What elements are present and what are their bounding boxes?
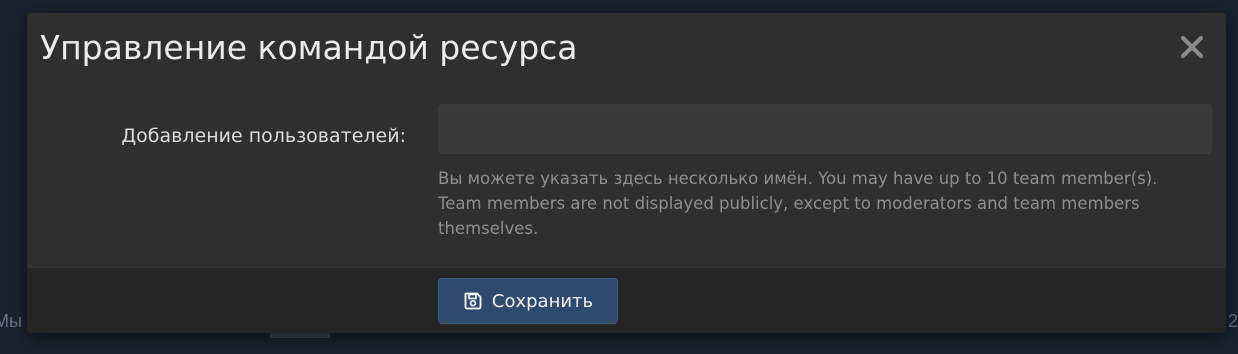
close-button[interactable] <box>1176 29 1208 65</box>
dialog-header: Управление командой ресурса <box>27 13 1226 85</box>
dialog-title: Управление командой ресурса <box>40 28 578 67</box>
dialog-body: Добавление пользователей: Вы можете указ… <box>27 85 1226 267</box>
close-icon <box>1180 35 1204 59</box>
background-text-fragment: 2 <box>1227 311 1238 331</box>
add-users-input[interactable] <box>438 104 1212 154</box>
add-users-label: Добавление пользователей: <box>121 125 406 147</box>
save-icon <box>463 291 483 311</box>
save-button-label: Сохранить <box>491 290 594 312</box>
team-management-dialog: Управление командой ресурса Добавление п… <box>27 13 1226 333</box>
add-users-hint: Вы можете указать здесь несколько имён. … <box>438 169 1158 238</box>
dialog-footer: Сохранить <box>27 267 1226 333</box>
background-text-fragment: Мы <box>0 311 22 331</box>
save-button[interactable]: Сохранить <box>438 278 618 324</box>
